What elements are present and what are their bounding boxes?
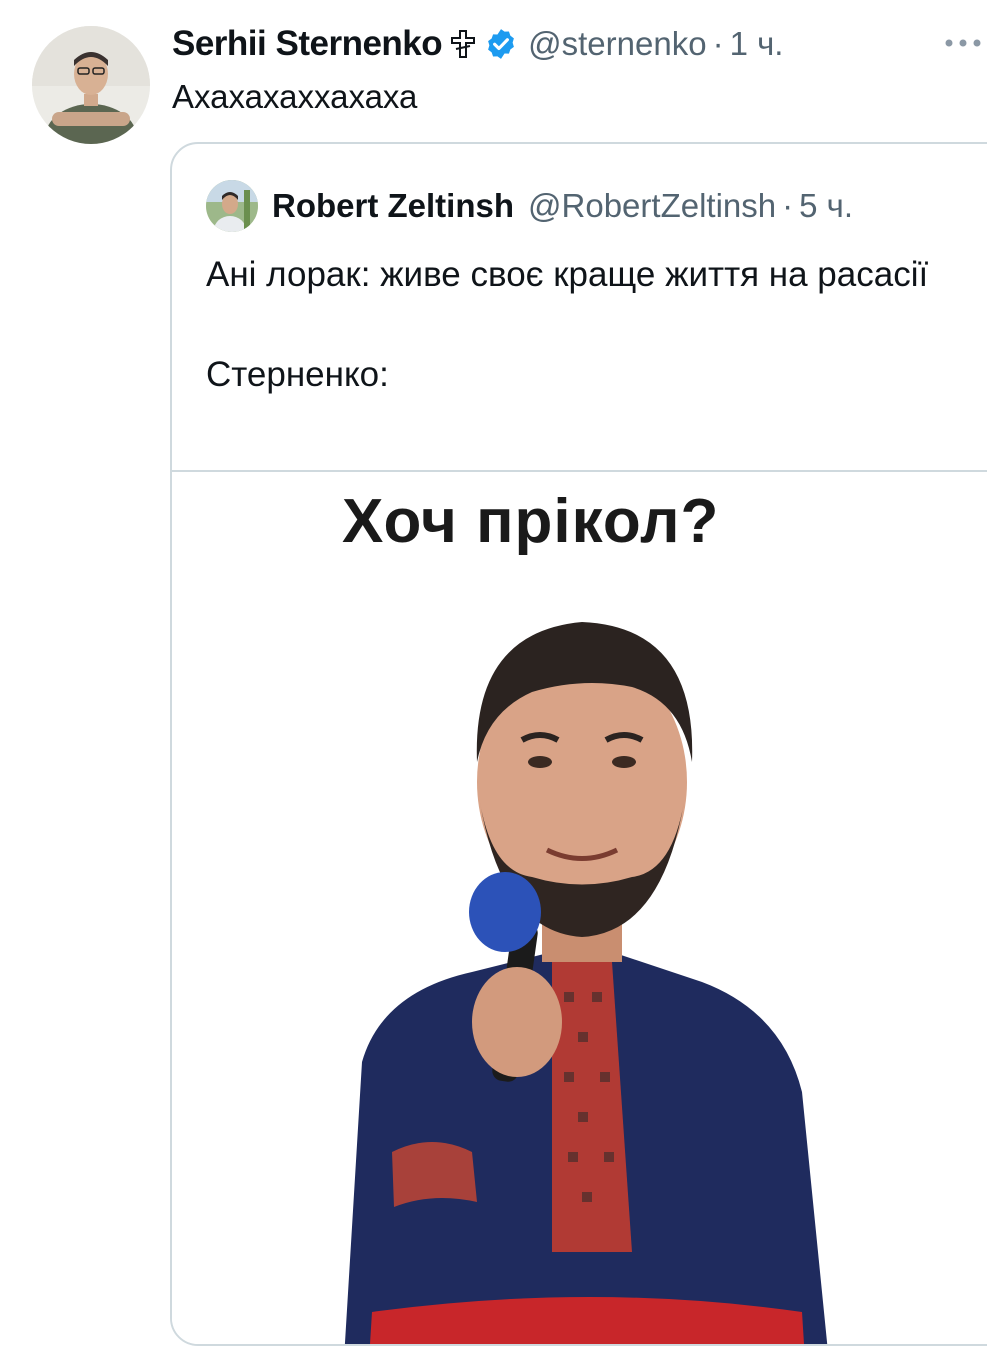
author-name[interactable]: Serhii Sternenko bbox=[172, 24, 443, 64]
quoted-tweet-card[interactable]: Robert Zeltinsh @RobertZeltinsh · 5 ч. А… bbox=[170, 142, 987, 1346]
verified-badge-icon[interactable] bbox=[484, 27, 518, 61]
quoted-author-handle[interactable]: @RobertZeltinsh bbox=[528, 187, 776, 225]
separator-dot: · bbox=[782, 187, 794, 224]
quoted-tweet-image[interactable]: Хоч прікол? bbox=[172, 470, 987, 1344]
author-avatar[interactable] bbox=[32, 26, 150, 144]
author-handle[interactable]: @sternenko bbox=[528, 25, 706, 63]
meme-caption: Хоч прікол? bbox=[342, 487, 720, 556]
orthodox-cross-icon bbox=[448, 29, 478, 59]
quoted-tweet-header: Robert Zeltinsh @RobertZeltinsh · 5 ч. bbox=[206, 180, 853, 232]
tweet-time[interactable]: 1 ч. bbox=[730, 25, 784, 63]
quoted-author-name[interactable]: Robert Zeltinsh bbox=[272, 187, 514, 225]
quoted-author-avatar bbox=[206, 180, 258, 232]
tweet-text: Ахахахаххахаха bbox=[172, 78, 418, 115]
more-dots-icon[interactable] bbox=[943, 36, 983, 48]
quoted-tweet-time[interactable]: 5 ч. bbox=[799, 187, 853, 225]
separator-dot: · bbox=[712, 25, 724, 62]
quoted-tweet-text: Ані лорак: живе своє краще життя на раса… bbox=[206, 255, 929, 394]
tweet-header: Serhii Sternenko @sternenko · 1 ч. bbox=[172, 20, 783, 68]
meme-person-illustration bbox=[302, 592, 862, 1344]
